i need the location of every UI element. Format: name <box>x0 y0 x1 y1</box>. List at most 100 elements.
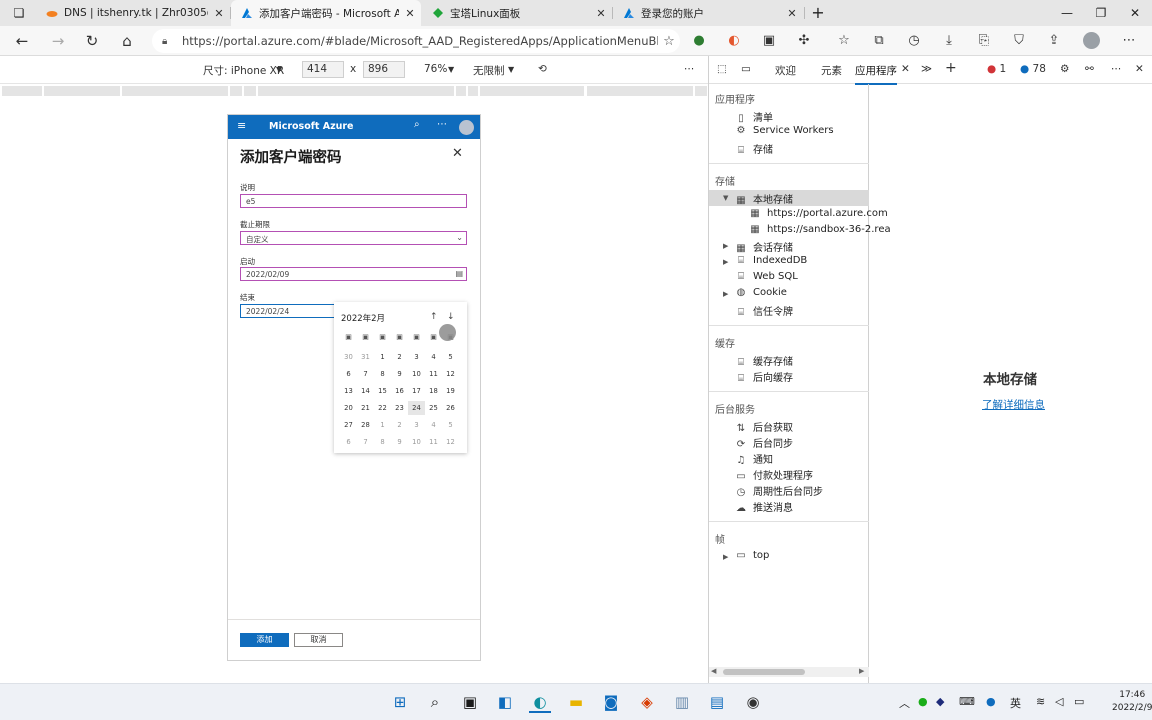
extension-icon[interactable]: ◐ <box>723 30 745 52</box>
scroll-left-icon[interactable]: ◀ <box>711 667 716 675</box>
monitor-icon[interactable]: ▥ <box>671 691 693 713</box>
cancel-button[interactable]: 取消 <box>294 633 343 647</box>
tab-login[interactable]: 登录您的账户 ✕ <box>613 0 803 26</box>
clock[interactable]: 17:46 2022/2/9 <box>1112 689 1152 715</box>
tab-actions-icon[interactable]: ❏ <box>2 0 36 26</box>
keyboard-icon[interactable]: ⌨ <box>959 695 975 708</box>
sidebar-item-session-storage[interactable]: ▦ 会话存储 <box>735 239 793 254</box>
calendar-day[interactable]: 30 <box>340 350 357 364</box>
close-tab-icon[interactable]: ✕ <box>901 63 910 75</box>
calendar-icon[interactable]: ▤ <box>455 269 463 278</box>
wechat-icon[interactable]: ● <box>918 695 928 708</box>
collapse-triangle-icon[interactable]: ▶ <box>723 242 728 250</box>
battery-icon[interactable]: ▭ <box>1074 695 1084 708</box>
close-tab-icon[interactable]: ✕ <box>590 7 612 20</box>
calendar-day[interactable]: 31 <box>357 350 374 364</box>
ime-indicator[interactable]: 英 <box>1010 695 1021 711</box>
url-text[interactable]: https://portal.azure.com/#blade/Microsof… <box>182 34 658 48</box>
close-devtools-icon[interactable]: ✕ <box>1135 63 1144 75</box>
sidebar-item-local-storage[interactable]: ▦ 本地存储 <box>709 190 869 206</box>
calendar-day[interactable]: 19 <box>442 384 459 398</box>
minimize-button[interactable]: — <box>1050 0 1084 26</box>
ruler-segment[interactable] <box>456 86 466 96</box>
horizontal-scrollbar[interactable]: ◀ ▶ <box>709 667 869 677</box>
favorites-icon[interactable]: ☆ <box>833 30 855 52</box>
notepad-icon[interactable]: ▤ <box>706 691 728 713</box>
sidebar-item-background-sync[interactable]: ⟳ 后台同步 <box>735 435 793 450</box>
calendar-day[interactable]: 24 <box>408 401 425 415</box>
tab-application[interactable]: 应用程序 <box>855 63 897 85</box>
chevron-down-icon[interactable]: ▼ <box>276 65 282 74</box>
extension-icon[interactable]: ● <box>688 30 710 52</box>
sidebar-item-origin[interactable]: ▦ https://portal.azure.com <box>749 208 887 219</box>
close-window-button[interactable]: ✕ <box>1118 0 1152 26</box>
calendar-day[interactable]: 12 <box>442 367 459 381</box>
calendar-day[interactable]: 20 <box>340 401 357 415</box>
start-date-input[interactable]: 2022/02/09 ▤ <box>240 267 467 281</box>
more-options-icon[interactable]: ⋯ <box>684 63 695 75</box>
collapse-triangle-icon[interactable]: ▶ <box>723 553 728 561</box>
task-view-icon[interactable]: ▣ <box>459 691 481 713</box>
app-icon[interactable]: ◉ <box>742 691 764 713</box>
scrollbar-thumb[interactable] <box>723 669 805 675</box>
gear-icon[interactable]: ⚙ <box>1060 63 1069 75</box>
close-tab-icon[interactable]: ✕ <box>781 7 803 20</box>
error-count-badge[interactable]: ● 1 <box>987 63 1006 75</box>
scroll-right-icon[interactable]: ▶ <box>859 667 864 675</box>
sidebar-item-back-forward-cache[interactable]: ⌸ 后向缓存 <box>735 369 793 384</box>
calendar-day[interactable]: 15 <box>374 384 391 398</box>
shield-icon[interactable]: ⛉ <box>1008 30 1030 52</box>
device-width-input[interactable]: 414 <box>302 61 344 78</box>
calendar-day[interactable]: 3 <box>408 418 425 432</box>
sidebar-item-websql[interactable]: ⌸ Web SQL <box>735 271 798 282</box>
sidebar-item-background-fetch[interactable]: ⇅ 后台获取 <box>735 419 793 434</box>
sidebar-item-frame-top[interactable]: ▭ top <box>735 550 769 561</box>
rotate-icon[interactable]: ⟲ <box>538 63 547 75</box>
calendar-day[interactable]: 9 <box>391 435 408 449</box>
zoom-select[interactable]: 76% <box>424 63 447 75</box>
app-icon[interactable]: ◈ <box>636 691 658 713</box>
maximize-button[interactable]: ❐ <box>1084 0 1118 26</box>
calendar-day[interactable]: 13 <box>340 384 357 398</box>
sidebar-item-cookie[interactable]: ◍ Cookie <box>735 287 787 298</box>
ruler-segment[interactable] <box>480 86 584 96</box>
share-icon[interactable]: ⇪ <box>1043 30 1065 52</box>
ruler-segment[interactable] <box>2 86 42 96</box>
calendar-day[interactable]: 2 <box>391 418 408 432</box>
calendar-day[interactable]: 28 <box>357 418 374 432</box>
ruler-segment[interactable] <box>258 86 454 96</box>
sidebar-item-notifications[interactable]: ♫ 通知 <box>735 451 773 466</box>
volume-icon[interactable]: ◁ <box>1055 695 1063 708</box>
history-icon[interactable]: ◷ <box>903 30 925 52</box>
calendar-day[interactable]: 27 <box>340 418 357 432</box>
throttle-select[interactable]: 无限制 <box>473 63 505 78</box>
lock-icon[interactable]: 🔒︎ <box>162 36 174 47</box>
calendar-day[interactable]: 2 <box>391 350 408 364</box>
sidebar-item-push-messaging[interactable]: ☁ 推送消息 <box>735 499 793 514</box>
calendar-day[interactable]: 7 <box>357 367 374 381</box>
edge-icon[interactable]: ◐ <box>529 691 551 713</box>
calendar-day[interactable]: 18 <box>425 384 442 398</box>
store-icon[interactable]: ◙ <box>600 691 622 713</box>
close-tab-icon[interactable]: ✕ <box>208 7 230 20</box>
calendar-day[interactable]: 25 <box>425 401 442 415</box>
device-emulation-icon[interactable]: ▭ <box>741 63 751 75</box>
close-icon[interactable]: ✕ <box>452 146 463 161</box>
ruler-segment[interactable] <box>122 86 228 96</box>
learn-more-link[interactable]: 了解详细信息 <box>982 397 1045 412</box>
sidebar-item-payment-handler[interactable]: ▭ 付款处理程序 <box>735 467 813 482</box>
calendar-day[interactable]: 5 <box>442 418 459 432</box>
azure-brand[interactable]: Microsoft Azure <box>269 121 354 132</box>
add-tool-icon[interactable]: + <box>945 60 957 76</box>
calendar-day[interactable]: 3 <box>408 350 425 364</box>
calendar-day[interactable]: 10 <box>408 435 425 449</box>
calendar-day[interactable]: 14 <box>357 384 374 398</box>
more-icon[interactable]: ⋯ <box>1111 63 1122 75</box>
collapse-triangle-icon[interactable]: ▶ <box>723 258 728 266</box>
description-input[interactable]: e5 <box>240 194 467 208</box>
sidebar-item-periodic-sync[interactable]: ◷ 周期性后台同步 <box>735 483 823 498</box>
calendar-day[interactable]: 6 <box>340 435 357 449</box>
profile-avatar[interactable] <box>1080 30 1102 52</box>
warning-count-badge[interactable]: ● 78 <box>1020 63 1046 75</box>
forward-icon[interactable]: → <box>47 30 69 52</box>
